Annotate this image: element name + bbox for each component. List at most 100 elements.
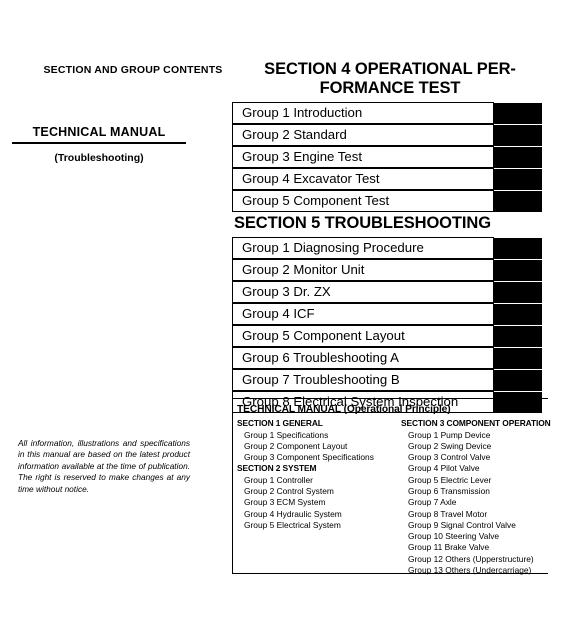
- table-row: Group 3 Engine Test: [232, 146, 548, 168]
- op-right-group-item-13[interactable]: Group 12 Others (Upperstructure): [401, 554, 549, 565]
- section4-row-1-label[interactable]: Group 1 Introduction: [232, 102, 494, 124]
- technical-manual-block: TECHNICAL MANUAL (Troubleshooting): [12, 125, 186, 164]
- thumb-tab-cell: [494, 190, 548, 212]
- op-right-group-item-7[interactable]: Group 6 Transmission: [401, 486, 549, 497]
- section-4-group-table: Group 1 Introduction Group 2 Standard Grou…: [232, 102, 548, 212]
- op-right-group-item-4[interactable]: Group 3 Control Valve: [401, 452, 549, 463]
- op-left-group-item-7[interactable]: Group 2 Control System: [237, 486, 395, 497]
- op-right-group-item-5[interactable]: Group 4 Pilot Valve: [401, 463, 549, 474]
- operational-principle-right-column: SECTION 3 COMPONENT OPERATION Group 1 Pum…: [401, 418, 551, 576]
- black-tab-marker-icon: [494, 237, 542, 259]
- black-tab-marker-icon: [494, 281, 542, 303]
- disclaimer-text: All information, illustrations and speci…: [18, 438, 190, 494]
- op-left-group-item-8[interactable]: Group 3 ECM System: [237, 497, 395, 508]
- table-row: Group 2 Standard: [232, 124, 548, 146]
- contents-column: SECTION 4 OPERATIONAL PER- FORMANCE TEST…: [232, 60, 548, 413]
- group-label-cell: Group 5 Component Test: [232, 190, 494, 212]
- table-row: Group 2 Monitor Unit: [232, 259, 548, 281]
- op-left-group-item-2[interactable]: Group 1 Specifications: [237, 430, 395, 441]
- black-tab-marker-icon: [494, 259, 542, 281]
- thumb-tab-cell: [494, 168, 548, 190]
- section4-row-5-label[interactable]: Group 5 Component Test: [232, 190, 494, 212]
- operational-principle-left-column: SECTION 1 GENERAL Group 1 Specifications G…: [237, 418, 395, 576]
- operational-principle-box: TECHNICAL MANUAL (Operational Principle)…: [232, 398, 551, 576]
- section5-row-5-label[interactable]: Group 5 Component Layout: [232, 325, 494, 347]
- section-4-rows: Group 1 Introduction Group 2 Standard Grou…: [232, 102, 548, 212]
- op-right-group-item-14[interactable]: Group 13 Others (Undercarriage): [401, 565, 549, 576]
- thumb-tab-cell: [494, 237, 548, 259]
- operational-principle-title: TECHNICAL MANUAL (Operational Principle): [237, 404, 451, 415]
- group-label-cell: Group 2 Standard: [232, 124, 494, 146]
- section5-row-3-label[interactable]: Group 3 Dr. ZX: [232, 281, 494, 303]
- table-row: Group 4 ICF: [232, 303, 548, 325]
- op-left-section-head-5: SECTION 2 SYSTEM: [237, 463, 317, 474]
- thumb-tab-cell: [494, 124, 548, 146]
- left-column: SECTION AND GROUP CONTENTS: [40, 64, 226, 77]
- thumb-tab-cell: [494, 281, 548, 303]
- table-row: Group 6 Troubleshooting A: [232, 347, 548, 369]
- operational-principle-columns: SECTION 1 GENERAL Group 1 Specifications G…: [237, 418, 551, 576]
- group-label-cell: Group 2 Monitor Unit: [232, 259, 494, 281]
- op-right-group-item-2[interactable]: Group 1 Pump Device: [401, 430, 549, 441]
- technical-manual-title: TECHNICAL MANUAL: [12, 125, 186, 144]
- op-right-group-item-11[interactable]: Group 10 Steering Valve: [401, 531, 549, 542]
- table-row: Group 5 Component Layout: [232, 325, 548, 347]
- op-right-group-item-10[interactable]: Group 9 Signal Control Valve: [401, 520, 549, 531]
- black-tab-marker-icon: [494, 347, 542, 369]
- group-label-cell: Group 3 Engine Test: [232, 146, 494, 168]
- thumb-tab-cell: [494, 146, 548, 168]
- op-right-group-item-12[interactable]: Group 11 Brake Valve: [401, 542, 549, 553]
- table-row: Group 7 Troubleshooting B: [232, 369, 548, 391]
- section4-row-4-label[interactable]: Group 4 Excavator Test: [232, 168, 494, 190]
- section4-row-3-label[interactable]: Group 3 Engine Test: [232, 146, 494, 168]
- section5-row-1-label[interactable]: Group 1 Diagnosing Procedure: [232, 237, 494, 259]
- section-and-group-contents-heading: SECTION AND GROUP CONTENTS: [40, 64, 226, 77]
- group-label-cell: Group 1 Diagnosing Procedure: [232, 237, 494, 259]
- black-tab-marker-icon: [494, 146, 542, 168]
- group-label-cell: Group 6 Troubleshooting A: [232, 347, 494, 369]
- op-left-section-head-1: SECTION 1 GENERAL: [237, 418, 323, 428]
- black-tab-marker-icon: [494, 102, 542, 124]
- table-row: Group 1 Diagnosing Procedure: [232, 237, 548, 259]
- op-right-group-item-9[interactable]: Group 8 Travel Motor: [401, 509, 549, 520]
- technical-manual-subtitle: (Troubleshooting): [54, 152, 144, 164]
- black-tab-marker-icon: [494, 369, 542, 391]
- op-right-group-item-8[interactable]: Group 7 Axle: [401, 497, 549, 508]
- group-label-cell: Group 7 Troubleshooting B: [232, 369, 494, 391]
- section5-row-6-label[interactable]: Group 6 Troubleshooting A: [232, 347, 494, 369]
- black-tab-marker-icon: [494, 168, 542, 190]
- section5-row-2-label[interactable]: Group 2 Monitor Unit: [232, 259, 494, 281]
- section4-row-2-label[interactable]: Group 2 Standard: [232, 124, 494, 146]
- black-tab-marker-icon: [494, 303, 542, 325]
- op-left-group-item-4[interactable]: Group 3 Component Specifications: [237, 452, 395, 463]
- contents-heading-line1: SECTION AND GROUP CONTENTS: [43, 64, 223, 76]
- section-5-rows: Group 1 Diagnosing Procedure Group 2 Moni…: [232, 237, 548, 413]
- op-right-group-item-6[interactable]: Group 5 Electric Lever: [401, 475, 549, 486]
- section-4-title: SECTION 4 OPERATIONAL PER- FORMANCE TEST: [232, 60, 548, 98]
- group-label-cell: Group 4 ICF: [232, 303, 494, 325]
- black-tab-marker-icon: [494, 190, 542, 212]
- op-right-section-head-1: SECTION 3 COMPONENT OPERATION: [401, 418, 551, 428]
- section-4-title-line1: SECTION 4 OPERATIONAL PER-: [264, 60, 516, 78]
- section-5-title: SECTION 5 TROUBLESHOOTING: [234, 214, 491, 232]
- op-left-group-item-6[interactable]: Group 1 Controller: [237, 475, 395, 486]
- section-5-group-table: Group 1 Diagnosing Procedure Group 2 Moni…: [232, 237, 548, 413]
- section5-row-7-label[interactable]: Group 7 Troubleshooting B: [232, 369, 494, 391]
- thumb-tab-cell: [494, 303, 548, 325]
- thumb-tab-cell: [494, 347, 548, 369]
- section5-row-4-label[interactable]: Group 4 ICF: [232, 303, 494, 325]
- group-label-cell: Group 4 Excavator Test: [232, 168, 494, 190]
- op-left-group-item-3[interactable]: Group 2 Component Layout: [237, 441, 395, 452]
- op-right-group-item-3[interactable]: Group 2 Swing Device: [401, 441, 549, 452]
- black-tab-marker-icon: [494, 325, 542, 347]
- table-row: Group 3 Dr. ZX: [232, 281, 548, 303]
- group-label-cell: Group 1 Introduction: [232, 102, 494, 124]
- group-label-cell: Group 5 Component Layout: [232, 325, 494, 347]
- table-row: Group 1 Introduction: [232, 102, 548, 124]
- table-row: Group 5 Component Test: [232, 190, 548, 212]
- black-tab-marker-icon: [494, 124, 542, 146]
- table-row: Group 4 Excavator Test: [232, 168, 548, 190]
- op-left-group-item-10[interactable]: Group 5 Electrical System: [237, 520, 395, 531]
- section-4-title-line2: FORMANCE TEST: [319, 79, 461, 97]
- op-left-group-item-9[interactable]: Group 4 Hydraulic System: [237, 509, 395, 520]
